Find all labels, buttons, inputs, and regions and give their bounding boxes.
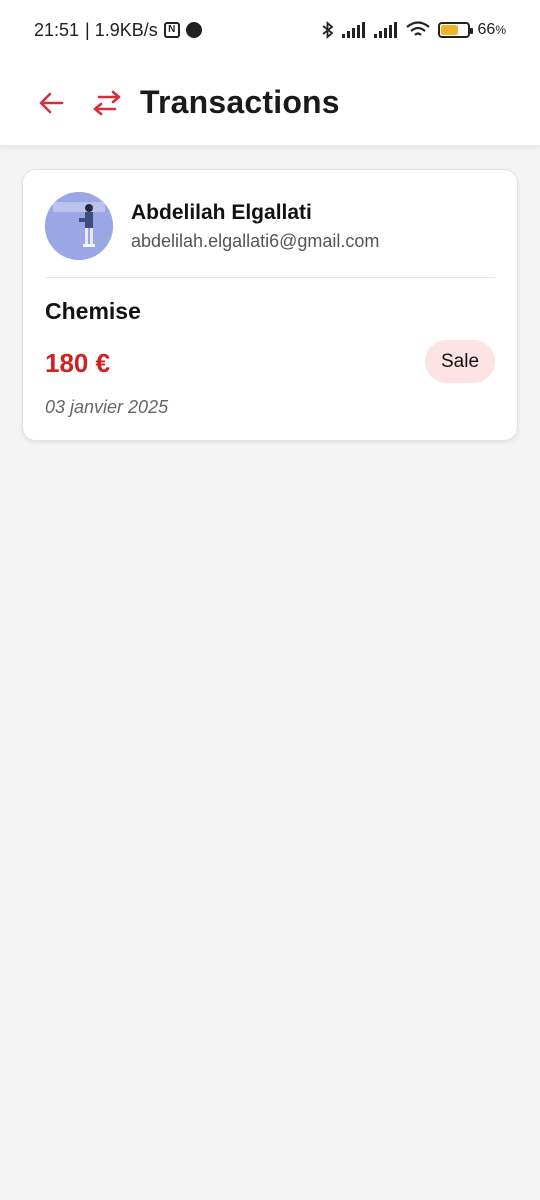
battery-level-fill [440,25,458,35]
transaction-date: 03 janvier 2025 [45,397,169,417]
bluetooth-icon [321,21,333,39]
status-bar: 21:51 | 1.9KB/s N 66% [0,0,540,60]
arrow-left-icon [39,92,64,113]
battery-percent: 66% [477,21,506,38]
page-title: Transactions [140,84,340,120]
back-button[interactable] [36,88,66,118]
signal-icon [373,22,397,38]
avatar [45,192,113,260]
battery-icon [437,22,473,38]
user-email: abdelilah.elgallati6@gmail.com [131,230,380,251]
status-time: 21:51 [34,19,80,40]
app-notification-icon [185,22,202,38]
transaction-type-badge: Sale [425,340,495,383]
swap-arrows-icon [90,88,124,118]
app-bar: Transactions [0,60,540,146]
status-right: 66% [321,21,506,39]
status-network-speed: | 1.9KB/s [85,19,158,40]
user-row: Abdelilah Elgallati abdelilah.elgallati6… [45,192,495,260]
user-name: Abdelilah Elgallati [131,200,312,224]
nfc-icon: N [163,22,180,38]
status-left: 21:51 | 1.9KB/s N [34,20,202,41]
wifi-icon [405,21,430,36]
signal-icon [341,22,365,38]
transaction-card[interactable]: Abdelilah Elgallati abdelilah.elgallati6… [22,169,518,441]
transaction-price: 180 € [45,348,111,378]
divider [45,277,495,278]
product-name: Chemise [45,298,141,324]
user-info: Abdelilah Elgallati abdelilah.elgallati6… [131,201,379,252]
